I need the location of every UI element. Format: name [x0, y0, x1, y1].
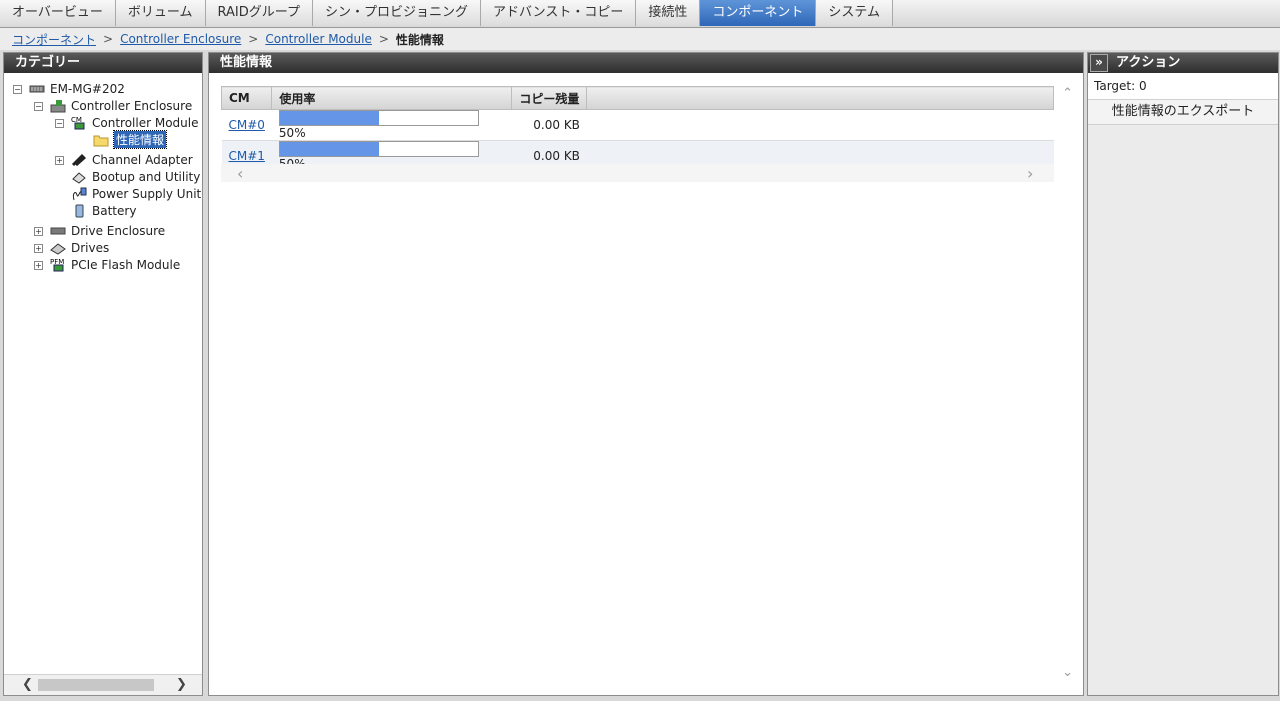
tree-node-performance-info[interactable]: 性能情報 — [93, 130, 168, 149]
usage-bar-fill — [279, 111, 379, 125]
tree-label-performance-info: 性能情報 — [112, 130, 168, 149]
scroll-left-icon[interactable]: ❮ — [22, 677, 33, 692]
collapse-panel-icon[interactable]: » — [1090, 53, 1108, 72]
tree-label-controller-module: Controller Module — [92, 115, 199, 130]
tree-node-pcie-flash[interactable]: PFM PCIe Flash Module — [50, 256, 180, 273]
usage-bar-fill — [279, 142, 379, 156]
copy-remaining-cell: 0.00 KB — [511, 109, 587, 141]
tab-raid-group[interactable]: RAIDグループ — [205, 0, 313, 26]
tree-node-power-supply[interactable]: Power Supply Unit — [71, 185, 201, 202]
usage-percent: 50% — [278, 126, 306, 140]
tree-node-controller-module[interactable]: CM Controller Module — [71, 114, 198, 131]
tab-volume[interactable]: ボリューム — [115, 0, 206, 26]
category-tree: − EM-MG#202 − Controller Enclosure − CM … — [4, 75, 202, 673]
expand-toggle-icon[interactable]: + — [34, 261, 43, 270]
empty-cell — [586, 109, 1054, 141]
breadcrumb-current: 性能情報 — [395, 32, 444, 47]
usage-bar — [278, 110, 479, 126]
breadcrumb-controller-enclosure-link[interactable]: Controller Enclosure — [120, 32, 241, 46]
battery-icon — [71, 204, 87, 218]
column-header-copy-remaining[interactable]: コピー残量 — [511, 86, 588, 110]
scrollbar-thumb[interactable] — [38, 679, 154, 691]
scroll-right-icon[interactable]: ❯ — [176, 677, 187, 692]
tree-node-root[interactable]: EM-MG#202 — [29, 80, 125, 97]
breadcrumb-component-link[interactable]: コンポーネント — [12, 31, 96, 48]
tab-system[interactable]: システム — [816, 0, 894, 26]
tab-advanced-copy[interactable]: アドバンスト・コピー — [480, 0, 637, 26]
tree-label-power-supply: Power Supply Unit — [92, 186, 202, 201]
tab-component[interactable]: コンポーネント — [700, 0, 817, 26]
tree-label-battery: Battery — [92, 203, 137, 218]
controller-module-icon: CM — [71, 116, 87, 130]
channel-adapter-icon — [71, 153, 87, 167]
collapse-toggle-icon[interactable]: − — [34, 102, 43, 111]
breadcrumb-separator: > — [103, 32, 114, 46]
category-panel-title: カテゴリー — [4, 53, 202, 73]
tree-node-channel-adapter[interactable]: Channel Adapter — [71, 151, 193, 168]
column-header-cm[interactable]: CM — [220, 86, 273, 110]
action-panel-header: » アクション — [1088, 53, 1278, 73]
tab-thin-provisioning[interactable]: シン・プロビジョニング — [312, 0, 481, 26]
table-horizontal-scrollbar[interactable]: ‹ › — [221, 164, 1054, 183]
tree-label-pcie-flash: PCIe Flash Module — [71, 257, 181, 272]
action-panel: » アクション Target: 0 性能情報のエクスポート — [1087, 52, 1279, 696]
collapse-toggle-icon[interactable]: − — [13, 85, 22, 94]
table-header-row: CM 使用率 コピー残量 — [220, 86, 1054, 110]
breadcrumb-separator: > — [378, 32, 389, 46]
top-navigation: オーバービュー ボリューム RAIDグループ シン・プロビジョニング アドバンス… — [0, 0, 1280, 28]
tree-node-bootup-utility[interactable]: Bootup and Utility De — [71, 168, 202, 185]
cm-link[interactable]: CM#0 — [229, 118, 265, 132]
tree-label-root: EM-MG#202 — [50, 81, 125, 96]
storage-system-icon — [29, 82, 45, 96]
tree-node-battery[interactable]: Battery — [71, 202, 136, 219]
expand-toggle-icon[interactable]: + — [34, 227, 43, 236]
tab-overview[interactable]: オーバービュー — [0, 0, 116, 26]
tree-label-bootup-utility: Bootup and Utility De — [92, 169, 202, 184]
collapse-toggle-icon[interactable]: − — [55, 119, 64, 128]
action-panel-title: アクション — [1116, 55, 1181, 70]
performance-info-title: 性能情報 — [209, 53, 1083, 73]
tree-label-channel-adapter: Channel Adapter — [92, 152, 193, 167]
tree-label-drive-enclosure: Drive Enclosure — [71, 223, 166, 238]
tree-label-drives: Drives — [71, 240, 110, 255]
folder-icon — [93, 133, 109, 147]
performance-table: CM 使用率 コピー残量 CM#0 50% 0.00 KB CM#1 50% 0 — [220, 86, 1054, 172]
table-row: CM#0 50% 0.00 KB — [221, 109, 1054, 141]
drive-icon — [50, 241, 66, 255]
pcie-flash-icon: PFM — [50, 258, 66, 272]
action-target-label: Target: 0 — [1088, 73, 1278, 100]
tree-node-drive-enclosure[interactable]: Drive Enclosure — [50, 222, 165, 239]
expand-toggle-icon[interactable]: + — [34, 244, 43, 253]
tree-label-controller-enclosure: Controller Enclosure — [71, 98, 193, 113]
tree-node-controller-enclosure[interactable]: Controller Enclosure — [50, 97, 192, 114]
tab-connectivity[interactable]: 接続性 — [636, 0, 701, 26]
column-header-usage[interactable]: 使用率 — [271, 86, 513, 110]
breadcrumb-controller-module-link[interactable]: Controller Module — [265, 32, 371, 46]
power-plug-icon — [71, 187, 87, 201]
cm-link[interactable]: CM#1 — [229, 149, 265, 163]
drive-enclosure-icon — [50, 224, 66, 238]
cm-cell: CM#0 — [221, 109, 272, 141]
breadcrumb: コンポーネント > Controller Enclosure > Control… — [0, 28, 1280, 50]
export-performance-info-button[interactable]: 性能情報のエクスポート — [1088, 100, 1278, 125]
scroll-left-icon[interactable]: ‹ — [237, 164, 243, 183]
bootup-device-icon — [71, 170, 87, 184]
scroll-down-icon[interactable]: ⌄ — [1062, 665, 1073, 680]
scroll-right-icon[interactable]: › — [1027, 164, 1033, 183]
tree-node-drives[interactable]: Drives — [50, 239, 109, 256]
scroll-up-icon[interactable]: ⌃ — [1062, 86, 1073, 101]
usage-bar — [278, 141, 479, 157]
breadcrumb-separator: > — [248, 32, 259, 46]
category-panel: カテゴリー − EM-MG#202 − Controller Enclosure… — [3, 52, 203, 696]
enclosure-icon — [50, 99, 66, 113]
tree-horizontal-scrollbar[interactable]: ❮ ❯ — [4, 674, 202, 695]
expand-toggle-icon[interactable]: + — [55, 156, 64, 165]
performance-info-panel: 性能情報 CM 使用率 コピー残量 CM#0 50% 0.00 KB CM#1 — [208, 52, 1084, 696]
usage-cell: 50% — [271, 109, 512, 141]
column-header-empty — [586, 86, 1054, 110]
